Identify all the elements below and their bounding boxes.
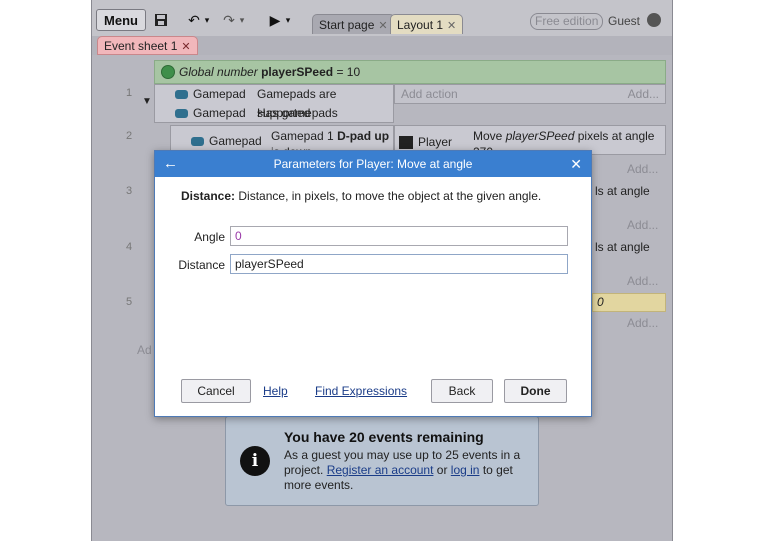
event-number: 4 (126, 241, 133, 253)
event-1-actions[interactable]: Add action Add... (394, 84, 666, 104)
distance-input[interactable] (230, 254, 568, 274)
global-var-prefix: Global number (179, 65, 258, 79)
action-suffix: pixels at angle (577, 129, 655, 143)
toolbar: Menu ↶ ▾ ↷ ▾ ▶ ▾ Start page ✕ Layout 1 ✕ F… (92, 0, 672, 36)
play-dropdown-icon[interactable]: ▾ (284, 9, 292, 31)
add-link[interactable]: Add... (627, 274, 658, 288)
condition-object: Gamepad (193, 87, 246, 101)
action-text-fragment: ls at angle (595, 240, 650, 254)
close-icon[interactable]: ✕ (181, 41, 190, 53)
description-label: Distance: (181, 189, 236, 203)
angle-label: Angle (194, 230, 225, 244)
register-link[interactable]: Register an account (327, 463, 434, 477)
gamepad-icon (175, 90, 188, 100)
tab-event-sheet-1[interactable]: Event sheet 1 ✕ (97, 36, 198, 55)
events-remaining-notice: i You have 20 events remaining As a gues… (225, 416, 539, 506)
add-link[interactable]: Add... (627, 162, 658, 176)
globe-icon (161, 65, 175, 79)
condition-text: Has gamepads (257, 106, 338, 120)
event-number: 3 (126, 185, 133, 197)
condition[interactable]: Gamepad (191, 132, 262, 151)
angle-input[interactable] (230, 226, 568, 246)
tab-label: Layout 1 (397, 18, 444, 32)
condition[interactable]: Gamepad (175, 85, 246, 104)
event-1-conditions[interactable]: Gamepad Gamepads are supported Gamepad H… (154, 84, 394, 123)
event-number: 1 (126, 87, 133, 99)
condition-prefix: Gamepad 1 (271, 129, 334, 143)
gamepad-icon (175, 109, 188, 119)
find-expressions-link[interactable]: Find Expressions (315, 384, 407, 398)
distance-label: Distance (178, 258, 225, 272)
action-variable: playerSPeed (505, 129, 575, 143)
add-event-fragment[interactable]: Ad (137, 343, 152, 357)
add-action-link[interactable]: Add action (401, 87, 458, 101)
action-object[interactable]: Player (399, 134, 452, 150)
condition-object: Gamepad (209, 134, 262, 148)
guest-label[interactable]: Guest (608, 14, 640, 28)
done-button[interactable]: Done (504, 379, 567, 403)
help-link[interactable]: Help (263, 384, 288, 398)
event-number: 2 (126, 130, 133, 142)
login-link[interactable]: log in (451, 463, 480, 477)
action-prefix: Move (473, 129, 503, 143)
gamepad-icon (191, 137, 204, 147)
tab-start-page[interactable]: Start page ✕ (312, 14, 395, 34)
redo-dropdown-icon[interactable]: ▾ (238, 9, 246, 31)
back-button[interactable]: Back (431, 379, 493, 403)
action-text-fragment: ls at angle (595, 184, 650, 198)
undo-dropdown-icon[interactable]: ▾ (203, 9, 211, 31)
global-var-value: = 10 (336, 65, 361, 79)
undo-icon[interactable]: ↶ (185, 9, 203, 31)
cancel-button[interactable]: Cancel (181, 379, 251, 403)
add-link[interactable]: Add... (627, 218, 658, 232)
back-arrow-icon[interactable]: ← (163, 154, 178, 174)
close-icon[interactable]: ✕ (447, 20, 456, 32)
global-variable-row[interactable]: Global number playerSPeed = 10 (154, 60, 666, 84)
tab-layout-1[interactable]: Layout 1 ✕ (390, 14, 464, 34)
parameters-dialog: Parameters for Player: Move at angle ← ✕… (154, 150, 592, 417)
notice-text: or (436, 463, 448, 477)
play-icon[interactable]: ▶ (268, 9, 282, 31)
global-var-name: playerSPeed (261, 65, 334, 79)
condition-key: D-pad up (337, 129, 390, 143)
condition-text: Gamepads are supported (257, 87, 337, 120)
info-icon: i (240, 446, 270, 476)
redo-icon[interactable]: ↷ (220, 9, 238, 31)
notice-title: You have 20 events remaining (284, 429, 484, 445)
condition[interactable]: Gamepad (175, 104, 246, 123)
description-text: Distance, in pixels, to move the object … (238, 189, 542, 203)
tab-label: Start page (319, 18, 375, 32)
close-icon[interactable]: ✕ (570, 153, 582, 175)
notice-body: As a guest you may use up to 25 events i… (284, 448, 532, 493)
collapse-triangle-icon[interactable]: ▼ (142, 96, 152, 107)
save-icon[interactable] (152, 9, 170, 31)
free-edition-badge[interactable]: Free edition (530, 13, 604, 30)
event-number: 5 (126, 296, 133, 308)
highlighted-value[interactable]: 0 (592, 293, 666, 312)
tab-label: Event sheet 1 (104, 39, 178, 53)
action-object-name: Player (418, 135, 453, 149)
close-icon[interactable]: ✕ (378, 20, 387, 32)
parameter-description: Distance: Distance, in pixels, to move t… (181, 189, 541, 203)
add-link[interactable]: Add... (627, 316, 658, 330)
add-link[interactable]: Add... (628, 87, 659, 101)
dialog-titlebar[interactable]: Parameters for Player: Move at angle ← ✕ (155, 151, 591, 177)
menu-button[interactable]: Menu (96, 9, 146, 31)
player-icon (399, 136, 413, 150)
dialog-title: Parameters for Player: Move at angle (273, 157, 473, 171)
condition-object: Gamepad (193, 106, 246, 120)
user-icon[interactable] (647, 13, 661, 27)
